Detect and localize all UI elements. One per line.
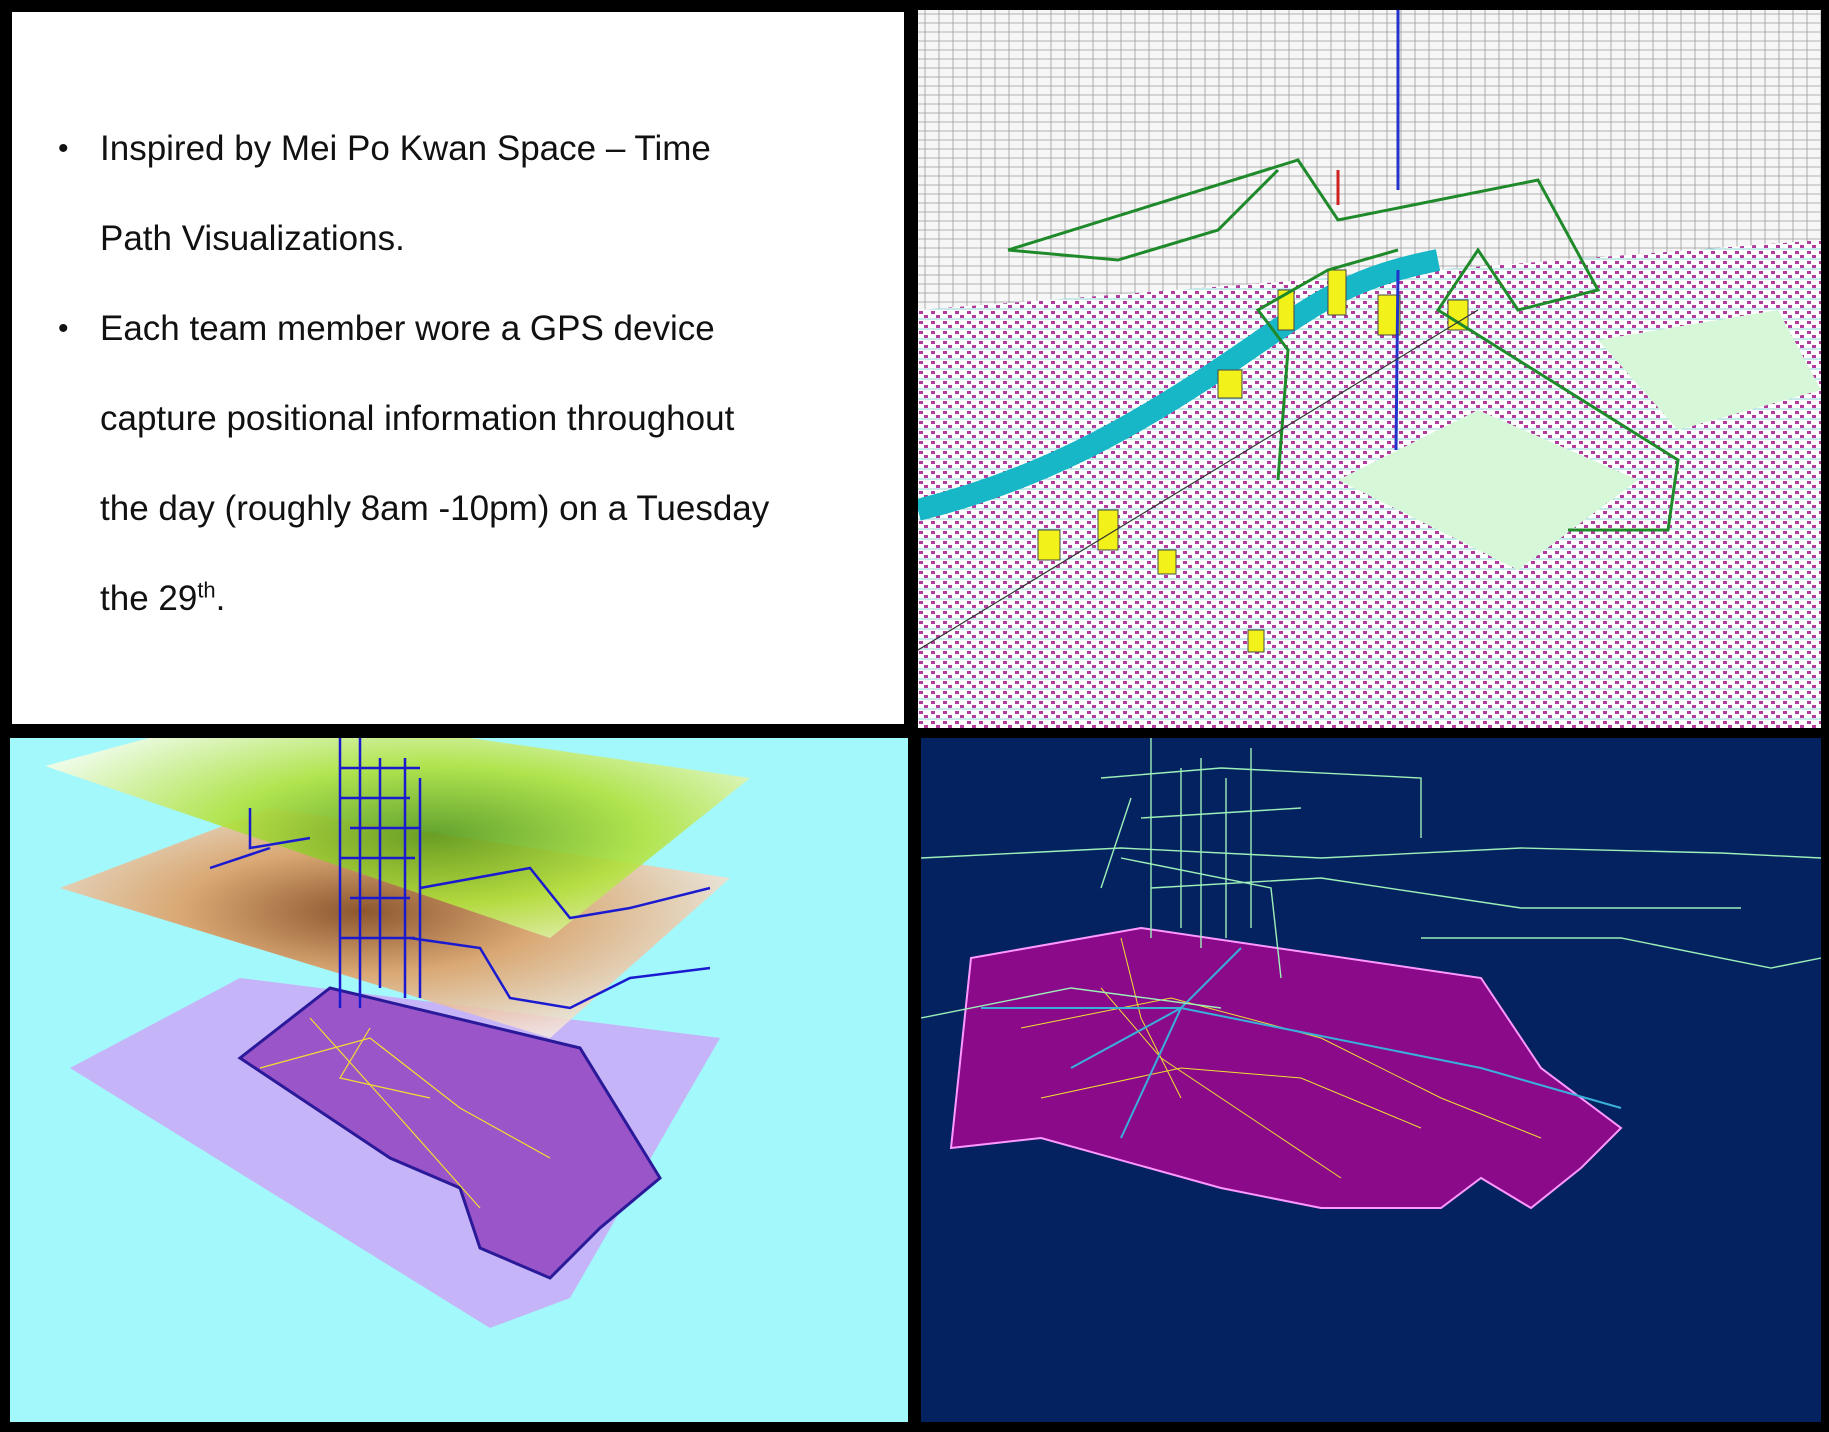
bullet-item: • Each team member wore a GPS device (40, 284, 880, 374)
bullet-text: the day (roughly 8am -10pm) on a Tuesday (100, 489, 770, 528)
ordinal-suffix: th (197, 577, 216, 603)
text-panel: • Inspired by Mei Po Kwan Space – Time P… (12, 12, 904, 724)
bullet-text: Inspired by Mei Po Kwan Space – Time (100, 129, 711, 168)
bullet-text: the 29 (100, 579, 198, 618)
city-3d-image (918, 10, 1821, 728)
bullet-text: Path Visualizations. (100, 219, 405, 258)
bullet-item-continuation: capture positional information throughou… (40, 374, 880, 464)
navy-paths-image (921, 738, 1821, 1422)
bullet-item-continuation: the 29th. (40, 554, 880, 644)
bullet-text: Each team member wore a GPS device (100, 309, 715, 348)
layered-surfaces-image (10, 738, 908, 1422)
bullet-item: • Inspired by Mei Po Kwan Space – Time (40, 104, 880, 194)
bullet-icon: • (58, 312, 69, 345)
bullet-item-continuation: Path Visualizations. (40, 194, 880, 284)
bullet-icon: • (58, 132, 69, 165)
layered-surfaces-graphic (45, 738, 750, 1328)
bullet-list: • Inspired by Mei Po Kwan Space – Time P… (40, 104, 880, 644)
bullet-text-end: . (215, 579, 226, 618)
bullet-text: capture positional information throughou… (100, 399, 735, 438)
city-3d-graphic (918, 10, 1821, 728)
bullet-item-continuation: the day (roughly 8am -10pm) on a Tuesday (40, 464, 880, 554)
region-map-magenta (949, 926, 1623, 1210)
navy-paths-graphic (921, 738, 1821, 1210)
